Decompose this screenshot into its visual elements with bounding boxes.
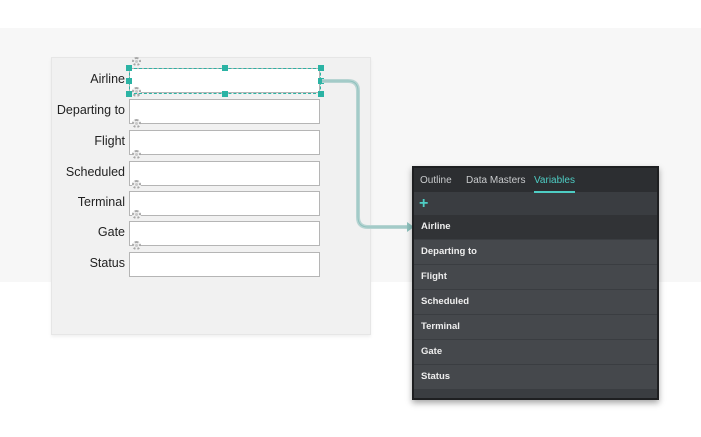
list-item[interactable]: Departing to — [414, 240, 657, 264]
variable-label: Flight — [421, 271, 447, 282]
variable-list: Airline Departing to Flight Scheduled Te… — [414, 215, 657, 390]
list-item[interactable]: Airline — [414, 215, 657, 239]
list-item[interactable]: Gate — [414, 340, 657, 364]
variable-label: Terminal — [421, 321, 460, 332]
variable-label: Departing to — [421, 246, 477, 257]
variable-label: Airline — [421, 221, 451, 232]
tab-data-masters[interactable]: Data Masters — [466, 175, 525, 191]
panel-tabs: Outline Data Masters Variables — [414, 168, 657, 193]
variable-label: Gate — [421, 346, 443, 357]
variables-panel: Outline Data Masters Variables + Airline… — [412, 166, 659, 400]
list-item[interactable]: Status — [414, 365, 657, 389]
tab-variables[interactable]: Variables — [534, 175, 575, 193]
add-icon[interactable]: + — [419, 196, 428, 212]
variable-label: Status — [421, 371, 451, 382]
variable-label: Scheduled — [421, 296, 470, 307]
list-item[interactable]: Terminal — [414, 315, 657, 339]
list-item[interactable]: Scheduled — [414, 290, 657, 314]
tab-outline[interactable]: Outline — [420, 175, 452, 191]
panel-toolbar: + — [414, 194, 657, 214]
list-item[interactable]: Flight — [414, 265, 657, 289]
